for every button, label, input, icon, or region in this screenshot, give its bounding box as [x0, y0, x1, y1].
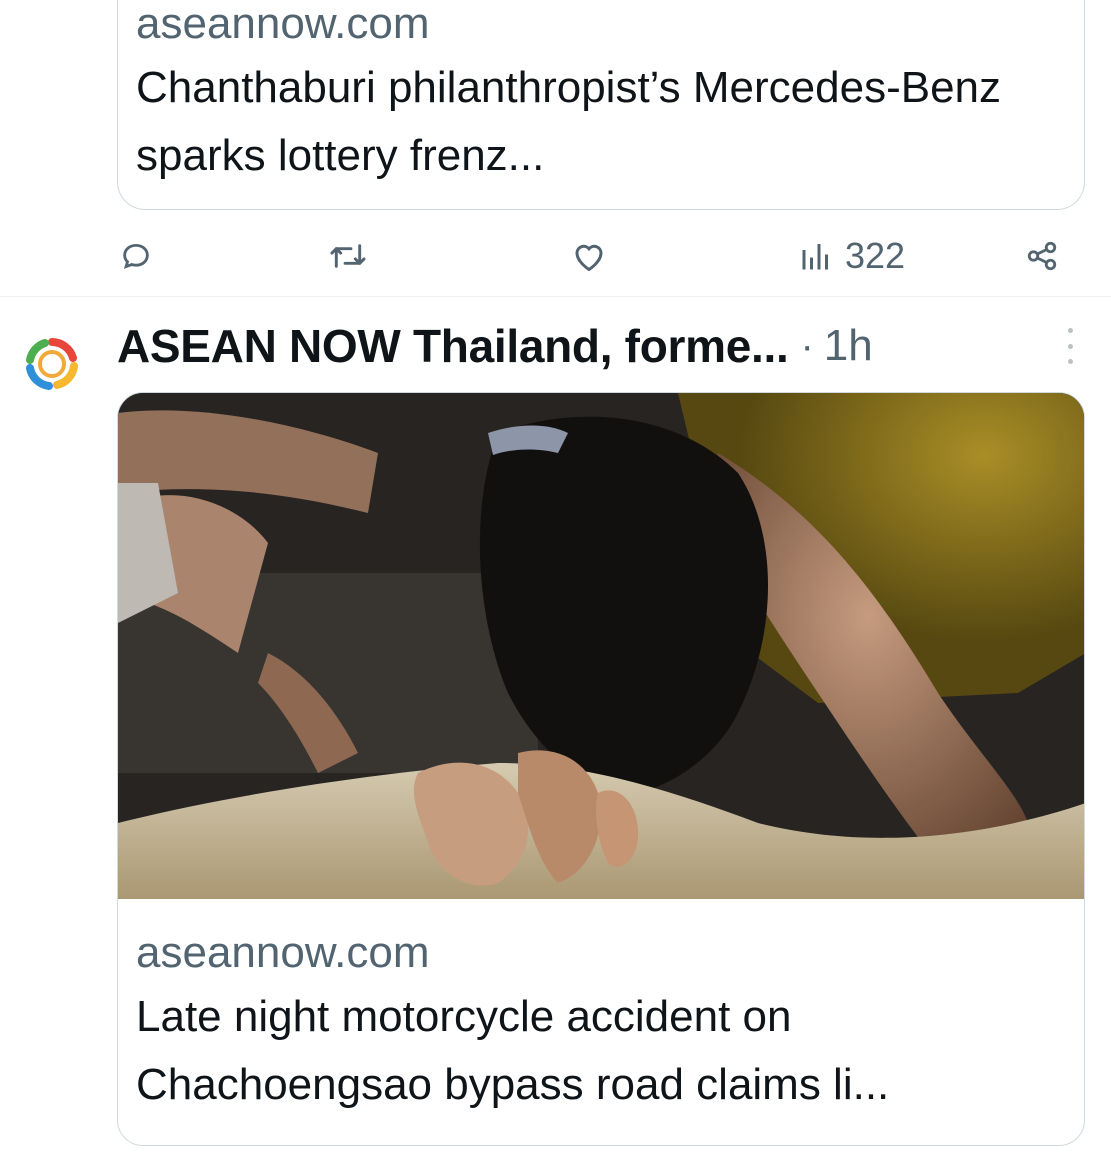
like-button[interactable] — [571, 226, 607, 286]
header-separator: · — [800, 323, 814, 368]
prev-card-text: aseannow.com Chanthaburi philanthropist’… — [136, 0, 1066, 190]
tweet-header: ASEAN NOW Thailand, forme... · 1h — [117, 316, 873, 376]
prev-tweet-actions: 322 — [117, 226, 1067, 286]
views-count: 322 — [845, 235, 906, 276]
reply-icon — [119, 239, 153, 273]
more-vertical-icon — [1067, 328, 1073, 333]
retweet-icon — [329, 239, 367, 273]
heart-icon — [571, 239, 607, 273]
prev-link-card[interactable]: aseannow.com Chanthaburi philanthropist’… — [117, 0, 1085, 210]
more-options-button[interactable] — [1056, 328, 1084, 364]
reply-button[interactable] — [119, 226, 153, 286]
card-image[interactable] — [118, 393, 1084, 899]
views-chart-icon — [801, 241, 831, 271]
card-text: aseannow.com Late night motorcycle accid… — [136, 923, 1066, 1119]
retweet-button[interactable] — [329, 226, 367, 286]
link-card[interactable]: aseannow.com Late night motorcycle accid… — [117, 392, 1085, 1146]
card-domain: aseannow.com — [136, 928, 430, 977]
share-icon — [1025, 239, 1059, 273]
author-name[interactable]: ASEAN NOW Thailand, forme... — [117, 319, 789, 373]
prev-card-headline[interactable]: Chanthaburi philanthropist’s Mercedes-Be… — [136, 54, 1066, 190]
card-headline[interactable]: Late night motorcycle accident on Chacho… — [136, 983, 1066, 1119]
share-button[interactable] — [1025, 226, 1059, 286]
timestamp[interactable]: 1h — [824, 321, 873, 371]
prev-card-domain: aseannow.com — [136, 0, 430, 48]
avatar[interactable] — [21, 330, 83, 398]
views-button[interactable]: 322 — [801, 226, 905, 286]
tweet-divider — [0, 296, 1111, 297]
